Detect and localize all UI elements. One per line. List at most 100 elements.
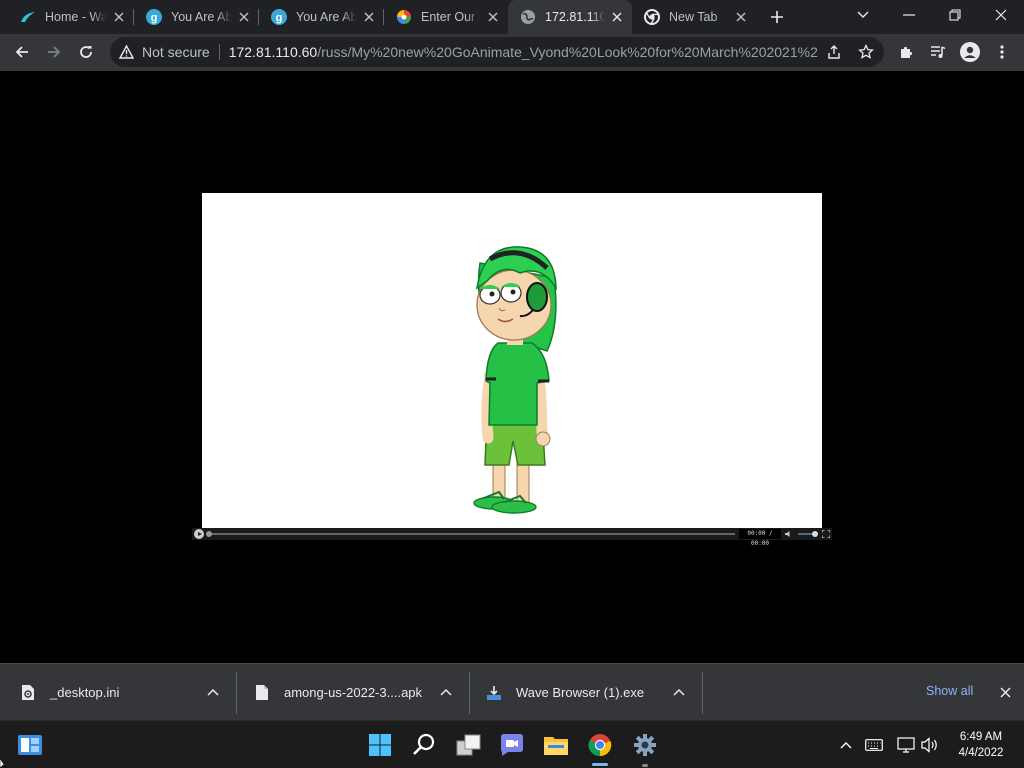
fullscreen-icon[interactable] <box>822 530 830 538</box>
settings-button[interactable] <box>631 731 659 759</box>
not-secure-label[interactable]: Not secure <box>142 44 210 60</box>
clock-date: 4/4/2022 <box>958 747 1004 759</box>
tab-strip: Home - Wa g You Are Ab g You Are Ab Ente… <box>0 0 1024 34</box>
download-separator <box>702 672 703 714</box>
keyboard-button[interactable] <box>864 735 884 755</box>
menu-button[interactable] <box>988 38 1016 66</box>
task-view-button[interactable] <box>455 731 483 759</box>
download-item[interactable]: Wave Browser (1).exe <box>486 664 702 721</box>
play-icon[interactable] <box>194 529 204 539</box>
video-time: 00:00 / 00:00 <box>739 529 781 547</box>
tab-home-wave[interactable]: Home - Wa <box>8 0 134 34</box>
volume-thumb[interactable] <box>812 531 818 537</box>
speaker-icon <box>921 737 937 753</box>
chrome-icon <box>588 734 612 757</box>
task-view-icon <box>456 734 481 756</box>
seek-bar[interactable] <box>207 533 735 535</box>
wave-browser-icon <box>20 9 36 25</box>
seek-thumb[interactable] <box>206 531 212 537</box>
close-tab-icon[interactable] <box>111 9 127 25</box>
mouse-cursor-icon <box>0 758 7 768</box>
volume-icon[interactable] <box>785 530 793 538</box>
close-tab-icon[interactable] <box>485 9 501 25</box>
file-icon <box>254 684 270 702</box>
tab-title: New Tab <box>669 10 718 24</box>
extensions-button[interactable] <box>892 38 920 66</box>
restore-button[interactable] <box>932 0 978 30</box>
teams-chat-button[interactable] <box>498 731 526 759</box>
plus-icon <box>771 11 783 23</box>
kebab-menu-icon <box>1000 45 1004 59</box>
reload-icon <box>80 46 92 58</box>
gamejolt-g-icon: g <box>146 9 162 25</box>
gamejolt-g-icon: g <box>271 9 287 25</box>
address-bar[interactable]: Not secure 172.81.110.60/russ/My%20new%2… <box>110 37 884 67</box>
download-filename: Wave Browser (1).exe <box>516 685 645 700</box>
volume-button[interactable] <box>920 735 940 755</box>
reload-button[interactable] <box>72 38 100 66</box>
puzzle-icon <box>901 46 913 58</box>
chevron-up-icon[interactable] <box>672 685 686 699</box>
chevron-up-icon[interactable] <box>206 685 220 699</box>
gear-icon <box>634 734 656 756</box>
tab-active-ip[interactable]: 172.81.110. <box>508 0 632 34</box>
close-tab-icon[interactable] <box>361 9 377 25</box>
close-tab-icon[interactable] <box>236 9 252 25</box>
chevron-up-icon <box>840 742 852 749</box>
clock[interactable]: 6:49 AM 4/4/2022 <box>946 729 1016 761</box>
clock-time: 6:49 AM <box>959 731 1003 743</box>
close-tab-icon[interactable] <box>609 9 625 25</box>
cartoon-character-image <box>473 246 557 514</box>
url-text[interactable]: 172.81.110.60/russ/My%20new%20GoAnimate_… <box>229 44 819 60</box>
minimize-button[interactable] <box>886 0 932 30</box>
search-button[interactable] <box>410 731 438 759</box>
tab-you-are-ab-2[interactable]: g You Are Ab <box>259 0 384 34</box>
download-shelf: _desktop.ini among-us-2022-3....apk Wave… <box>0 663 1024 720</box>
share-icon[interactable] <box>826 44 842 60</box>
close-icon[interactable] <box>998 685 1012 699</box>
back-button[interactable] <box>8 38 36 66</box>
avatar-icon <box>960 42 980 62</box>
tab-enter-our[interactable]: Enter Our C <box>384 0 508 34</box>
download-item[interactable]: among-us-2022-3....apk <box>254 664 469 721</box>
network-button[interactable] <box>896 735 916 755</box>
file-explorer-button[interactable] <box>542 731 570 759</box>
video-frame[interactable] <box>202 193 822 529</box>
tab-new-tab[interactable]: New Tab <box>632 0 756 34</box>
forward-button[interactable] <box>40 38 68 66</box>
show-all-link[interactable]: Show all <box>926 684 973 698</box>
tab-title: Enter Our C <box>421 10 481 24</box>
widgets-icon <box>18 735 42 755</box>
tab-you-are-ab-1[interactable]: g You Are Ab <box>134 0 259 34</box>
close-tab-icon[interactable] <box>733 9 749 25</box>
download-item[interactable]: _desktop.ini <box>20 664 236 721</box>
arrow-right-icon <box>48 46 61 58</box>
bookmark-star-icon[interactable] <box>858 44 874 60</box>
close-window-button[interactable] <box>978 0 1024 30</box>
show-hidden-icons-button[interactable] <box>836 735 856 755</box>
media-controls-button[interactable] <box>924 38 952 66</box>
close-icon <box>995 9 1007 21</box>
url-path: /russ/My%20new%20GoAnimate_Vyond%20Look%… <box>317 44 819 60</box>
download-filename: _desktop.ini <box>50 685 120 700</box>
download-separator <box>236 672 237 714</box>
profile-button[interactable] <box>956 38 984 66</box>
warning-triangle-icon[interactable] <box>118 44 134 60</box>
installer-icon <box>486 684 502 702</box>
chrome-button[interactable] <box>586 731 614 759</box>
start-button[interactable] <box>366 731 394 759</box>
chevron-up-icon[interactable] <box>439 685 453 699</box>
folder-icon <box>544 737 568 755</box>
running-app-indicator <box>642 764 648 767</box>
omnibox-divider <box>218 44 220 60</box>
new-tab-button[interactable] <box>766 6 788 28</box>
chat-video-icon <box>501 734 523 756</box>
playlist-music-icon <box>931 46 946 58</box>
chevron-down-icon <box>857 11 869 18</box>
search-icon <box>413 733 435 755</box>
network-monitor-icon <box>897 737 915 753</box>
widgets-button[interactable] <box>16 731 44 759</box>
chrome-icon <box>644 9 660 25</box>
tab-search-button[interactable] <box>840 0 886 30</box>
keyboard-icon <box>865 739 883 751</box>
